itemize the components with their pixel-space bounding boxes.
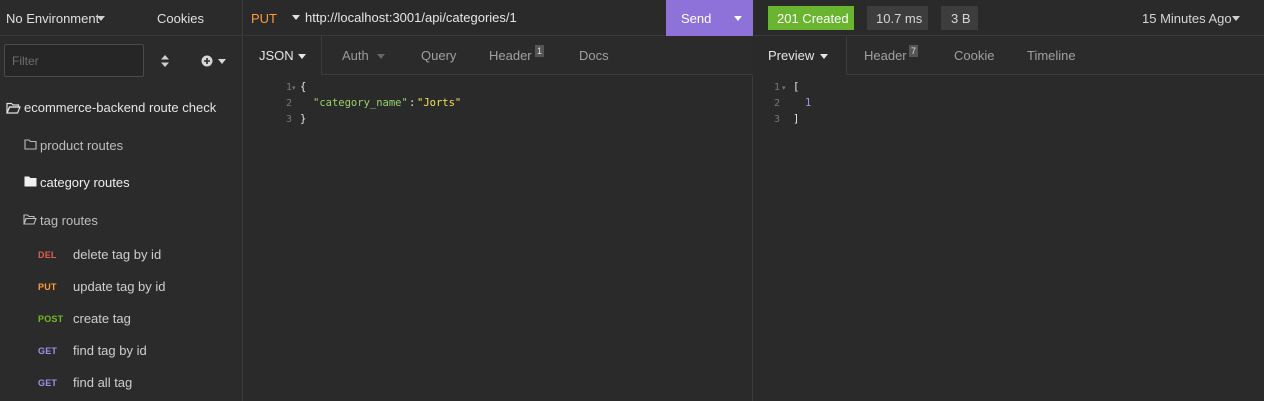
tab-auth[interactable]: Auth bbox=[323, 36, 396, 75]
workspace-name: ecommerce-backend route check bbox=[24, 100, 217, 115]
time-text: 10.7 ms bbox=[876, 11, 923, 26]
tab-query[interactable]: Query bbox=[409, 36, 469, 75]
tab-timeline[interactable]: Timeline bbox=[1017, 36, 1087, 75]
sidebar: No Environment Cookies ecommerce-backend… bbox=[0, 0, 243, 401]
tab-preview[interactable]: Preview bbox=[754, 36, 847, 75]
json-bracket-open: [ bbox=[793, 81, 800, 93]
add-icon[interactable] bbox=[201, 55, 227, 67]
request-body-editor[interactable]: 1 ▾ 2 3 { "category_name" : "Jorts" } bbox=[244, 76, 753, 401]
tab-label: Timeline bbox=[1027, 48, 1076, 63]
json-brace-open: { bbox=[300, 81, 307, 93]
request-tabs: JSON Auth Query Header 1 Docs bbox=[244, 36, 753, 75]
tab-label: JSON bbox=[259, 48, 294, 63]
size-text: 3 B bbox=[951, 11, 971, 26]
request-label: update tag by id bbox=[73, 279, 166, 294]
tab-header[interactable]: Header 1 bbox=[479, 36, 559, 75]
status-text: 201 Created bbox=[777, 11, 849, 26]
status-badge: 201 Created bbox=[768, 6, 854, 30]
line-number: 1 bbox=[285, 82, 292, 93]
tab-label: Docs bbox=[579, 48, 609, 63]
send-button[interactable]: Send bbox=[666, 0, 753, 36]
line-number: 2 bbox=[285, 98, 292, 109]
folder-label: product routes bbox=[40, 138, 124, 153]
method-badge: PUT bbox=[38, 282, 57, 292]
line-number: 1 bbox=[773, 82, 780, 93]
sort-icon[interactable] bbox=[160, 55, 170, 67]
request-label: find tag by id bbox=[73, 343, 147, 358]
method-badge: DEL bbox=[38, 250, 57, 260]
folder-category-routes[interactable]: category routes bbox=[0, 169, 243, 197]
chevron-down-icon[interactable] bbox=[97, 16, 105, 21]
time-badge: 10.7 ms bbox=[867, 6, 928, 30]
send-label: Send bbox=[681, 11, 712, 26]
line-number: 2 bbox=[773, 98, 780, 109]
request-label: delete tag by id bbox=[73, 247, 162, 262]
tab-json[interactable]: JSON bbox=[244, 36, 322, 75]
method-select[interactable]: PUT bbox=[251, 11, 277, 26]
url-bar: PUT http://localhost:3001/api/categories… bbox=[244, 0, 753, 36]
chevron-down-icon[interactable] bbox=[734, 16, 742, 21]
folder-open-icon bbox=[23, 214, 37, 225]
tab-response-header[interactable]: Header 7 bbox=[854, 36, 929, 75]
folder-label: category routes bbox=[40, 175, 130, 190]
method-badge: GET bbox=[38, 346, 58, 356]
folder-tag-routes[interactable]: tag routes bbox=[0, 207, 243, 235]
response-body: 1 ▾ 2 3 [ 1 ] bbox=[754, 76, 1264, 401]
filter-input[interactable] bbox=[4, 44, 144, 77]
header-count-badge: 7 bbox=[909, 45, 919, 57]
chevron-down-icon bbox=[377, 54, 385, 59]
tab-label: Cookie bbox=[954, 48, 995, 63]
method-badge: GET bbox=[38, 378, 58, 388]
response-tabs: Preview Header 7 Cookie Timeline bbox=[754, 36, 1264, 75]
folder-filled-icon bbox=[24, 176, 37, 187]
folder-product-routes[interactable]: product routes bbox=[0, 132, 243, 160]
environment-selector[interactable]: No Environment bbox=[6, 11, 99, 26]
method-badge: POST bbox=[38, 314, 64, 324]
fold-caret-icon[interactable]: ▾ bbox=[292, 84, 296, 92]
request-item[interactable]: GET find all tag bbox=[0, 369, 243, 397]
request-label: find all tag bbox=[73, 375, 133, 390]
response-status-bar: 201 Created 10.7 ms 3 B 15 Minutes Ago bbox=[754, 0, 1264, 36]
request-label: create tag bbox=[73, 311, 131, 326]
line-number: 3 bbox=[285, 114, 292, 125]
chevron-down-icon bbox=[820, 54, 828, 59]
tab-label: Auth bbox=[342, 48, 369, 63]
chevron-down-icon bbox=[298, 54, 306, 59]
json-bracket-close: ] bbox=[793, 113, 800, 125]
history-dropdown[interactable]: 15 Minutes Ago bbox=[1142, 11, 1232, 26]
tab-cookie[interactable]: Cookie bbox=[944, 36, 1004, 75]
tab-docs[interactable]: Docs bbox=[569, 36, 619, 75]
tab-label: Preview bbox=[768, 48, 815, 63]
size-badge: 3 B bbox=[941, 6, 978, 30]
folder-open-icon bbox=[6, 102, 21, 114]
folder-icon bbox=[24, 139, 37, 150]
request-item[interactable]: DEL delete tag by id bbox=[0, 241, 243, 269]
fold-caret-icon[interactable]: ▾ bbox=[782, 84, 786, 92]
folder-label: tag routes bbox=[40, 213, 98, 228]
json-brace-close: } bbox=[300, 113, 307, 125]
request-item[interactable]: PUT update tag by id bbox=[0, 273, 243, 301]
url-input[interactable]: http://localhost:3001/api/categories/1 bbox=[305, 10, 517, 25]
json-number-value: 1 bbox=[805, 97, 812, 109]
tab-label: Header bbox=[489, 48, 532, 63]
json-string-value: "Jorts" bbox=[417, 97, 462, 109]
request-item[interactable]: GET find tag by id bbox=[0, 337, 243, 365]
json-key: "category_name" bbox=[313, 97, 408, 109]
header-count-badge: 1 bbox=[535, 45, 545, 57]
chevron-down-icon[interactable] bbox=[292, 15, 300, 20]
chevron-down-icon[interactable] bbox=[1232, 16, 1240, 21]
cookies-button[interactable]: Cookies bbox=[157, 11, 204, 26]
request-item[interactable]: POST create tag bbox=[0, 305, 243, 333]
tab-label: Header bbox=[864, 48, 907, 63]
workspace-item[interactable]: ecommerce-backend route check bbox=[0, 94, 243, 122]
tab-label: Query bbox=[421, 48, 457, 63]
line-number: 3 bbox=[773, 114, 780, 125]
environment-bar: No Environment Cookies bbox=[0, 0, 243, 36]
